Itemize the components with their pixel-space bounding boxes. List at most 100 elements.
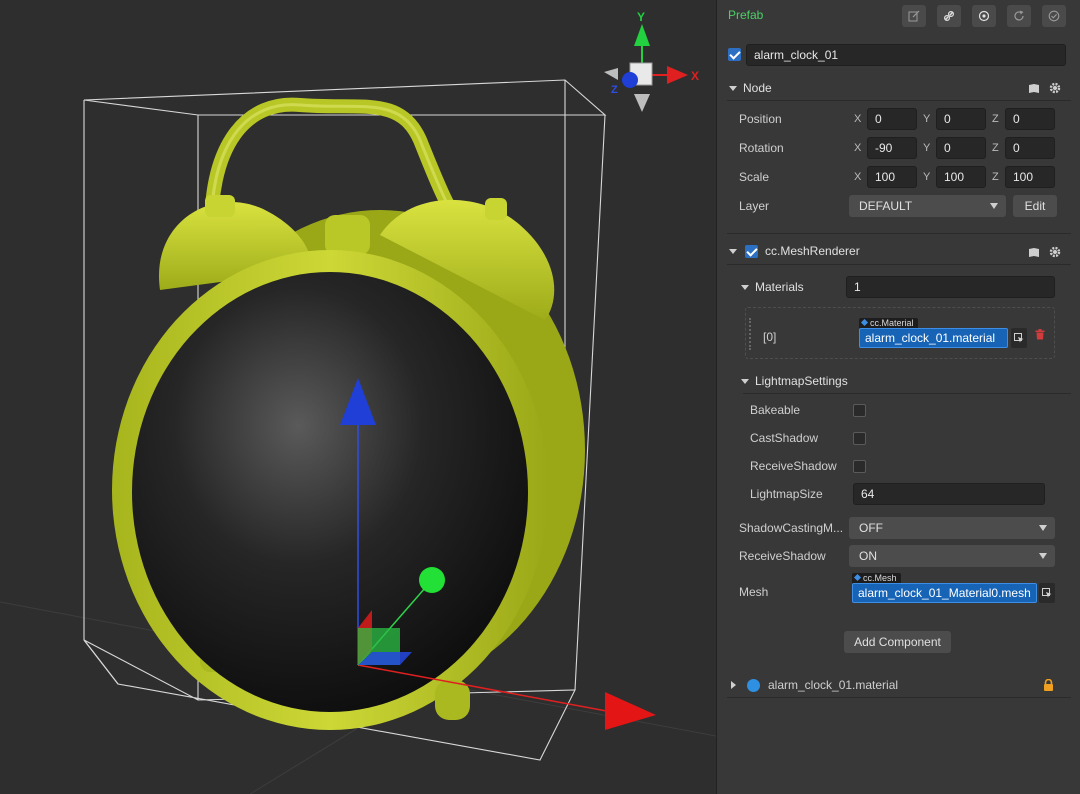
link-icon	[943, 10, 955, 22]
check-circle-icon	[1048, 10, 1060, 22]
position-x-axis-label: X	[854, 113, 862, 125]
receiveshadow-checkbox[interactable]	[853, 460, 866, 473]
dropdown-arrow-icon	[1039, 553, 1047, 559]
bakeable-label: Bakeable	[750, 403, 801, 417]
material-asset-name: alarm_clock_01.material	[768, 678, 899, 692]
asset-type-icon	[853, 573, 862, 582]
position-label: Position	[739, 112, 782, 126]
mesh-picker-button[interactable]	[1039, 583, 1055, 603]
revert-prefab-button[interactable]	[1007, 5, 1031, 27]
shadowcasting-select[interactable]: OFF	[849, 517, 1055, 539]
scale-label: Scale	[739, 170, 770, 184]
locate-prefab-button[interactable]	[972, 5, 996, 27]
mesh-label: Mesh	[739, 585, 769, 599]
position-x-input[interactable]: 0	[867, 108, 917, 130]
bakeable-checkbox[interactable]	[853, 404, 866, 417]
shadowcasting-label: ShadowCastingM...	[739, 521, 844, 535]
shadowcasting-select-value: OFF	[859, 521, 883, 535]
castshadow-label: CastShadow	[750, 431, 819, 445]
orientation-gizmo[interactable]: Y X Z	[604, 10, 699, 112]
scale-z-input[interactable]: 100	[1005, 166, 1055, 188]
rotation-z-axis-label: Z	[992, 142, 999, 154]
edit-prefab-button[interactable]	[902, 5, 926, 27]
inspector-panel: Prefab alarm_clock_01 Node Position X 0 …	[716, 0, 1080, 794]
material-sphere-icon	[747, 679, 760, 692]
collapse-arrow-icon	[729, 249, 737, 255]
lightmapsize-label: LightmapSize	[750, 487, 823, 501]
receiveshadow-label: ReceiveShadow	[750, 459, 837, 473]
layer-select-value: DEFAULT	[859, 199, 913, 213]
z-axis-handle[interactable]	[419, 567, 445, 593]
castshadow-checkbox[interactable]	[853, 432, 866, 445]
node-name-input[interactable]: alarm_clock_01	[746, 44, 1066, 66]
receiveshadow-select[interactable]: ON	[849, 545, 1055, 567]
node-section-title: Node	[743, 81, 772, 95]
pick-asset-icon	[1042, 588, 1052, 598]
lock-icon[interactable]	[1043, 679, 1054, 691]
rotation-y-axis-label: Y	[923, 142, 931, 154]
material-asset-field[interactable]: alarm_clock_01.material	[859, 328, 1008, 348]
material-index-label: [0]	[763, 330, 777, 344]
meshrenderer-enabled-checkbox[interactable]	[745, 245, 758, 258]
dropdown-arrow-icon	[1039, 525, 1047, 531]
collapse-arrow-icon	[741, 379, 749, 385]
add-component-button[interactable]: Add Component	[844, 631, 951, 653]
receiveshadow-select-value: ON	[859, 549, 877, 563]
mesh-asset-field[interactable]: alarm_clock_01_Material0.mesh	[852, 583, 1037, 603]
target-icon	[978, 10, 990, 22]
x-axis-arrow[interactable]	[605, 692, 656, 730]
position-z-axis-label: Z	[992, 113, 999, 125]
scale-x-input[interactable]: 100	[867, 166, 917, 188]
lightmapsize-input[interactable]: 64	[853, 483, 1045, 505]
rotation-y-input[interactable]: 0	[936, 137, 986, 159]
scene-viewport[interactable]: Y X Z	[0, 0, 716, 794]
node-active-checkbox[interactable]	[728, 48, 741, 61]
collapse-arrow-icon	[729, 86, 737, 92]
rotation-x-input[interactable]: -90	[867, 137, 917, 159]
materials-count-input[interactable]: 1	[846, 276, 1055, 298]
layer-edit-button[interactable]: Edit	[1013, 195, 1057, 217]
link-prefab-button[interactable]	[937, 5, 961, 27]
material-asset-row[interactable]: alarm_clock_01.material	[717, 673, 1080, 697]
position-z-input[interactable]: 0	[1005, 108, 1055, 130]
expand-arrow-icon[interactable]	[731, 681, 736, 689]
collapse-arrow-icon	[741, 285, 749, 291]
scale-y-axis-label: Y	[923, 171, 931, 183]
meshrenderer-title: cc.MeshRenderer	[765, 244, 860, 258]
asset-type-icon	[860, 318, 869, 327]
meshrenderer-settings-gear-icon[interactable]	[1048, 245, 1062, 259]
scale-y-input[interactable]: 100	[936, 166, 986, 188]
node-section-header[interactable]: Node	[729, 77, 772, 99]
edit-icon	[908, 10, 920, 22]
inspector-toolbar: Prefab	[717, 0, 1080, 32]
node-settings-gear-icon[interactable]	[1048, 81, 1062, 95]
scene-canvas[interactable]: Y X Z	[0, 0, 716, 794]
remove-material-trash-icon[interactable]	[1033, 327, 1047, 341]
layer-label: Layer	[739, 199, 770, 213]
meshrenderer-section-header[interactable]	[729, 240, 743, 262]
rotation-x-axis-label: X	[854, 142, 862, 154]
receiveshadow-mode-label: ReceiveShadow	[739, 549, 826, 563]
scale-z-axis-label: Z	[992, 171, 999, 183]
drag-handle[interactable]	[749, 318, 754, 350]
materials-header[interactable]: Materials	[741, 276, 804, 298]
gizmo-z-label: Z	[611, 84, 618, 96]
lightmap-settings-header[interactable]: LightmapSettings	[741, 370, 848, 392]
meshrenderer-help-icon[interactable]	[1027, 245, 1041, 259]
gizmo-x-label: X	[691, 69, 699, 83]
position-y-input[interactable]: 0	[936, 108, 986, 130]
node-help-icon[interactable]	[1027, 81, 1041, 95]
gizmo-y-label: Y	[637, 10, 645, 24]
materials-label: Materials	[755, 280, 804, 294]
position-y-axis-label: Y	[923, 113, 931, 125]
pick-asset-icon	[1014, 333, 1024, 343]
lightmap-settings-label: LightmapSettings	[755, 374, 848, 388]
rotation-label: Rotation	[739, 141, 784, 155]
apply-prefab-button[interactable]	[1042, 5, 1066, 27]
dropdown-arrow-icon	[990, 203, 998, 209]
material-picker-button[interactable]	[1011, 328, 1027, 348]
refresh-icon	[1014, 10, 1024, 21]
rotation-z-input[interactable]: 0	[1005, 137, 1055, 159]
layer-select[interactable]: DEFAULT	[849, 195, 1006, 217]
prefab-title: Prefab	[728, 8, 764, 22]
